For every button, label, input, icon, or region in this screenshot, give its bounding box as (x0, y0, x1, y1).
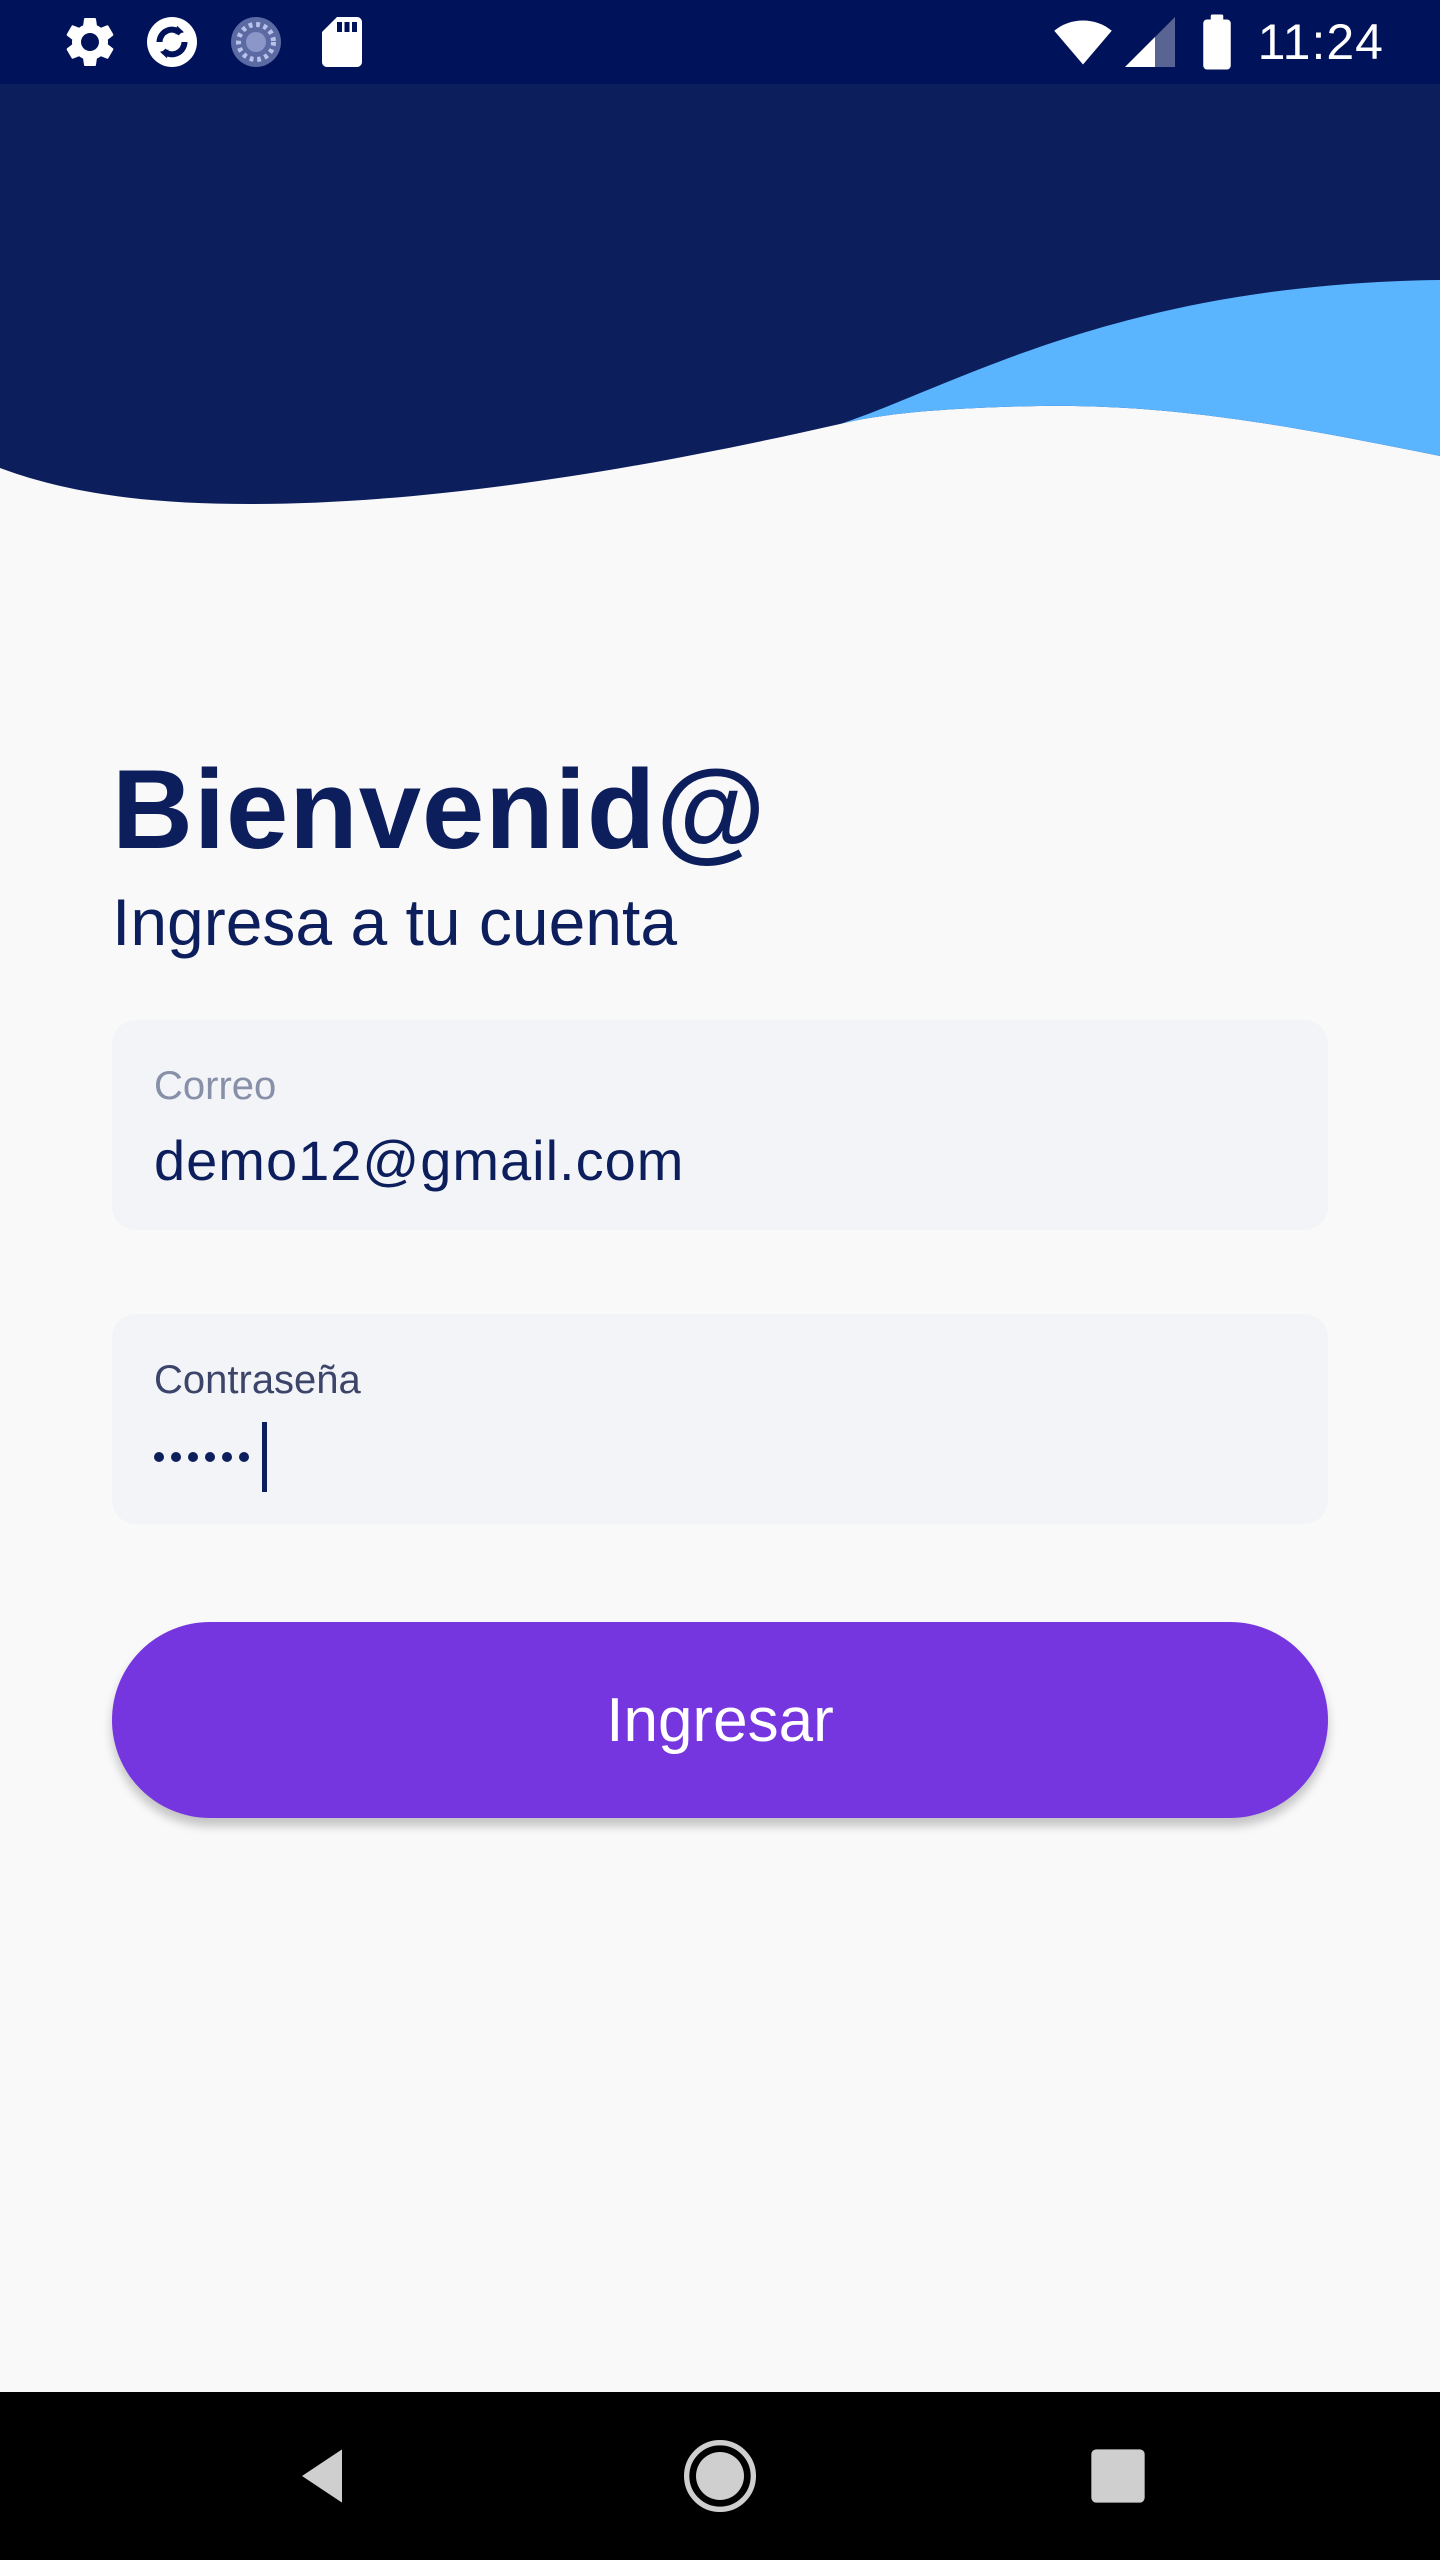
password-mask-dot (154, 1452, 164, 1462)
back-icon[interactable] (282, 2436, 362, 2516)
password-mask-dot (239, 1452, 249, 1462)
email-field[interactable]: Correo demo12@gmail.com (112, 1020, 1328, 1230)
email-label: Correo (154, 1064, 277, 1108)
home-icon[interactable] (680, 2436, 760, 2516)
page-subtitle: Ingresa a tu cuenta (112, 885, 678, 959)
password-label: Contraseña (154, 1358, 361, 1402)
status-time: 11:24 (1257, 14, 1384, 70)
page-title: Bienvenid@ (112, 747, 767, 872)
gear-icon (66, 17, 114, 66)
sd-card-icon (322, 17, 362, 67)
text-caret (262, 1422, 267, 1492)
cell-signal-icon (1125, 17, 1175, 67)
wifi-icon (1054, 20, 1112, 65)
navigation-bar (0, 2392, 1440, 2560)
sync-icon (147, 17, 197, 67)
recents-icon[interactable] (1078, 2436, 1158, 2516)
email-input[interactable]: demo12@gmail.com (154, 1128, 684, 1193)
password-field[interactable]: Contraseña (112, 1314, 1328, 1524)
header-wave-banner (0, 84, 1440, 524)
battery-icon (1203, 14, 1231, 70)
status-bar: 11:24 (0, 0, 1440, 84)
password-mask-dot (222, 1452, 232, 1462)
password-mask-dot (205, 1452, 215, 1462)
password-mask-dot (188, 1452, 198, 1462)
password-input[interactable] (154, 1422, 267, 1492)
password-mask-dot (171, 1452, 181, 1462)
loading-icon (231, 17, 281, 67)
login-button[interactable]: Ingresar (112, 1622, 1328, 1818)
